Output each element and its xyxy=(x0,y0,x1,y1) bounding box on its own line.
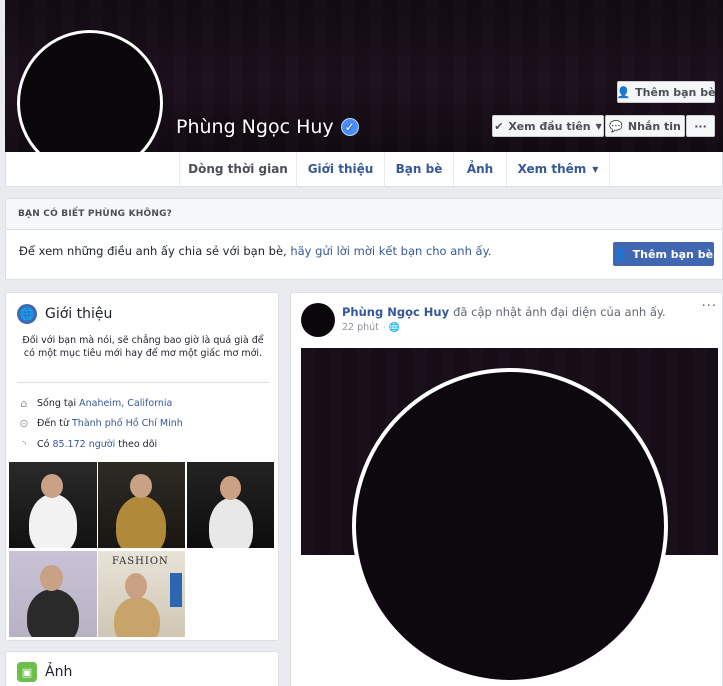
send-request-link[interactable]: hãy gửi lời mời kết bạn cho anh ấy. xyxy=(290,244,491,258)
see-first-button[interactable]: ✔ Xem đầu tiên ▼ xyxy=(492,115,604,137)
intro-heading: 🌐 Giới thiệu xyxy=(17,304,112,324)
tab-label: Giới thiệu xyxy=(307,162,374,176)
lives-in-row: ⌂ Sống tại Anaheim, California xyxy=(17,397,173,410)
photos-card: ▣ Ảnh xyxy=(5,651,279,686)
checkmark-icon: ✔ xyxy=(494,119,504,133)
from-row: ⊙ Đến từ Thành phố Hồ Chí Minh xyxy=(17,417,183,430)
caret-down-icon: ▼ xyxy=(595,121,602,131)
followers-suffix: theo dõi xyxy=(118,439,158,450)
person-head xyxy=(40,565,63,591)
do-you-know-card: BẠN CÓ BIẾT PHÙNG KHÔNG? Để xem những đi… xyxy=(5,198,723,280)
followers-prefix: Có xyxy=(37,439,50,450)
add-friend-primary-button[interactable]: 👤 Thêm bạn bè xyxy=(613,242,714,266)
see-first-label: Xem đầu tiên xyxy=(508,119,591,133)
followers-link[interactable]: 85.172 người xyxy=(52,439,115,450)
hometown-link[interactable]: Thành phố Hồ Chí Minh xyxy=(72,418,183,429)
location-pin-icon: ⊙ xyxy=(19,417,29,430)
verified-check-icon: ✓ xyxy=(340,118,359,136)
from-prefix: Đến từ xyxy=(37,418,69,429)
add-friend-label: Thêm bạn bè xyxy=(635,85,716,99)
photos-title-text: Ảnh xyxy=(45,664,73,680)
post-time-link[interactable]: 22 phút xyxy=(342,322,379,333)
post-header: Phùng Ngọc Huy đã cập nhật ảnh đại diện c… xyxy=(342,305,666,319)
post-timestamp: 22 phút · 🌐 xyxy=(342,322,400,333)
add-friend-button[interactable]: 👤 Thêm bạn bè xyxy=(616,81,716,103)
intro-title-text: Giới thiệu xyxy=(45,306,113,322)
photo-thumbnail-3[interactable] xyxy=(187,462,274,548)
post-more-icon[interactable]: ··· xyxy=(702,299,717,314)
tab-label: Xem thêm xyxy=(517,162,587,176)
globe-icon: 🌐 xyxy=(17,304,37,324)
lives-in-link[interactable]: Anaheim, California xyxy=(79,398,172,409)
photo-thumbnail-5[interactable]: FASHION xyxy=(98,551,185,637)
person-head xyxy=(220,476,241,500)
post-author-link[interactable]: Phùng Ngọc Huy xyxy=(342,305,449,319)
person-figure xyxy=(209,498,253,548)
tab-friends[interactable]: Bạn bè xyxy=(384,152,453,186)
post-profile-picture[interactable] xyxy=(352,368,668,684)
followers-row: ◝ Có 85.172 người theo dõi xyxy=(17,438,157,451)
add-friend-icon: 👤 xyxy=(616,85,631,99)
caret-down-icon: ▼ xyxy=(592,164,599,174)
divider xyxy=(17,382,269,383)
do-you-know-heading: BẠN CÓ BIẾT PHÙNG KHÔNG? xyxy=(6,199,722,230)
message-label: Nhắn tin xyxy=(627,119,681,133)
post-action-text: đã cập nhật ảnh đại diện của anh ấy. xyxy=(453,305,666,319)
magazine-title: FASHION xyxy=(112,556,169,567)
tab-label: Ảnh xyxy=(466,162,494,176)
person-figure xyxy=(116,496,166,548)
more-dots-icon: ··· xyxy=(694,119,707,133)
person-head xyxy=(130,474,152,498)
bio-text: Đối với bạn mà nói, sẽ chẳng bao giờ là … xyxy=(22,335,264,359)
rss-feed-icon: ◝ xyxy=(21,438,27,451)
person-figure xyxy=(27,589,79,637)
home-icon: ⌂ xyxy=(20,397,28,410)
person-figure xyxy=(29,494,77,548)
add-friend-icon: 👤 xyxy=(613,247,628,261)
photos-icon: ▣ xyxy=(17,662,37,682)
photo-thumbnail-1[interactable] xyxy=(9,462,97,548)
profile-tab-bar: Dòng thời gian Giới thiệu Bạn bè Ảnh Xem… xyxy=(5,152,723,187)
add-friend-primary-label: Thêm bạn bè xyxy=(632,247,714,261)
intro-card: 🌐 Giới thiệu Đối với bạn mà nói, sẽ chẳn… xyxy=(5,292,279,641)
post-card: Phùng Ngọc Huy đã cập nhật ảnh đại diện c… xyxy=(290,292,723,686)
photo-thumbnail-4[interactable] xyxy=(9,551,97,637)
tab-timeline[interactable]: Dòng thời gian xyxy=(179,152,296,186)
profile-name-text[interactable]: Phùng Ngọc Huy xyxy=(176,116,334,138)
profile-name[interactable]: Phùng Ngọc Huy ✓ xyxy=(176,116,359,138)
more-options-button[interactable]: ··· xyxy=(686,115,715,137)
tab-about[interactable]: Giới thiệu xyxy=(296,152,384,186)
tab-more[interactable]: Xem thêm ▼ xyxy=(506,152,610,186)
do-you-know-text: Để xem những điều anh ấy chia sẻ với bạn… xyxy=(19,244,491,258)
person-head xyxy=(125,573,147,599)
person-head xyxy=(41,474,63,498)
photo-thumbnail-2[interactable] xyxy=(98,462,185,548)
tab-label: Dòng thời gian xyxy=(188,162,288,176)
photos-heading: ▣ Ảnh xyxy=(17,662,72,682)
lives-prefix: Sống tại xyxy=(37,398,77,409)
person-figure xyxy=(114,597,160,637)
message-button[interactable]: 💬 Nhắn tin xyxy=(605,115,685,137)
do-you-know-body: Để xem những điều anh ấy chia sẻ với bạn… xyxy=(19,244,291,258)
magazine-cover-accent xyxy=(170,573,182,607)
messenger-icon: 💬 xyxy=(609,119,623,133)
public-globe-icon: · 🌐 xyxy=(382,322,400,333)
tab-photos[interactable]: Ảnh xyxy=(453,152,506,186)
post-author-avatar[interactable] xyxy=(301,303,335,337)
tab-label: Bạn bè xyxy=(395,162,443,176)
